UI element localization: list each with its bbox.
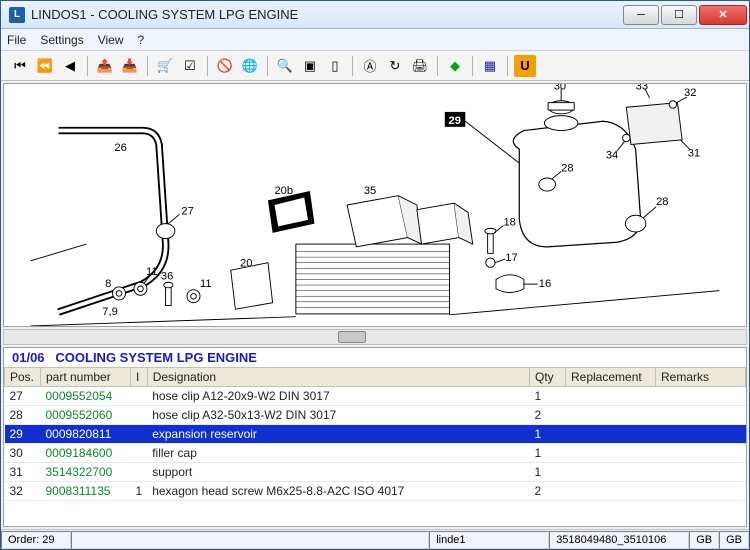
callout-16: 16 [539, 278, 551, 290]
titlebar: L LINDOS1 - COOLING SYSTEM LPG ENGINE ─ … [1, 1, 749, 29]
zoom-region-icon[interactable]: ▣ [299, 55, 321, 77]
blue-tool-icon[interactable]: ▦ [479, 55, 501, 77]
globe-disabled-icon[interactable]: 🚫 [214, 55, 236, 77]
callout-27: 27 [181, 205, 193, 217]
col-header[interactable]: Pos. [5, 368, 41, 387]
callout-29: 29 [449, 115, 461, 127]
table-row[interactable]: 270009552054hose clip A12-20x9-W2 DIN 30… [5, 387, 746, 406]
status-user: linde1 [429, 531, 549, 549]
col-header[interactable]: Qty [530, 368, 566, 387]
print-icon[interactable]: 🖨 [409, 55, 431, 77]
callout-35: 35 [364, 185, 376, 197]
callout-34: 34 [606, 149, 618, 161]
parts-title-text: COOLING SYSTEM LPG ENGINE [55, 350, 257, 365]
window-title: LINDOS1 - COOLING SYSTEM LPG ENGINE [31, 7, 623, 22]
callout-20: 20 [240, 257, 252, 269]
order-label: Order: [8, 534, 39, 546]
import-icon[interactable]: 📥 [119, 55, 141, 77]
back-icon[interactable]: ◀ [59, 55, 81, 77]
menu-file[interactable]: File [7, 33, 26, 47]
maximize-button[interactable]: ☐ [661, 5, 697, 25]
callout-17: 17 [505, 252, 517, 264]
col-header[interactable]: part number [41, 368, 131, 387]
callout-26: 26 [114, 142, 126, 154]
rewind-icon[interactable]: ⏪ [34, 55, 56, 77]
table-row[interactable]: 280009552060hose clip A32-50x13-W2 DIN 3… [5, 406, 746, 425]
callout-79: 7,9 [102, 306, 118, 318]
col-header[interactable]: Replacement [566, 368, 656, 387]
callout-33: 33 [636, 84, 648, 93]
col-header[interactable]: Remarks [656, 368, 746, 387]
callout-20b: 20b [274, 185, 293, 197]
status-lang2: GB [719, 531, 749, 549]
page-indicator: 01/06 [12, 350, 45, 365]
callout-11b: 11 [200, 278, 212, 290]
minimize-button[interactable]: ─ [623, 5, 659, 25]
col-header[interactable]: I [131, 368, 148, 387]
zoom-in-icon[interactable]: 🔍 [274, 55, 296, 77]
callout-11: 11 [146, 266, 158, 278]
cart-icon[interactable]: 🛒 [154, 55, 176, 77]
table-row[interactable]: 290009820811expansion reservoir1 [5, 425, 746, 444]
export-icon[interactable]: 📤 [94, 55, 116, 77]
callout-30: 30 [554, 84, 566, 93]
statusbar: Order: 29 linde1 3518049480_3510106 GB G… [1, 529, 749, 549]
callout-36: 36 [161, 270, 173, 282]
toolbar: ⏮ ⏪ ◀ 📤 📥 🛒 ☑ 🚫 🌐 🔍 ▣ ▯ Ⓐ ↻ 🖨 ◆ ▦ U [1, 51, 749, 81]
callout-32: 32 [684, 87, 696, 99]
callout-28b: 28 [656, 196, 668, 208]
drawing-viewport[interactable]: 26 27 20b 35 29 [3, 83, 747, 327]
document-icon[interactable]: ▯ [324, 55, 346, 77]
text-a-icon[interactable]: Ⓐ [359, 55, 381, 77]
parts-panel: 01/06 COOLING SYSTEM LPG ENGINE Pos.part… [3, 347, 747, 527]
status-lang1: GB [689, 531, 719, 549]
parts-table[interactable]: Pos.part numberIDesignationQtyReplacemen… [4, 367, 746, 526]
callout-8: 8 [105, 278, 111, 290]
globe-icon[interactable]: 🌐 [239, 55, 261, 77]
table-row[interactable]: 313514322700support1 [5, 463, 746, 482]
menu-view[interactable]: View [98, 33, 124, 47]
callout-18: 18 [503, 216, 515, 228]
horizontal-scrollbar[interactable] [3, 329, 747, 345]
callout-31: 31 [688, 148, 700, 160]
check-icon[interactable]: ☑ [179, 55, 201, 77]
green-tool-icon[interactable]: ◆ [444, 55, 466, 77]
status-code: 3518049480_3510106 [549, 531, 689, 549]
callout-28a: 28 [561, 162, 573, 174]
first-icon[interactable]: ⏮ [9, 55, 31, 77]
col-header[interactable]: Designation [147, 368, 529, 387]
refresh-icon[interactable]: ↻ [384, 55, 406, 77]
menu-settings[interactable]: Settings [40, 33, 83, 47]
table-row[interactable]: 300009184600filler cap1 [5, 444, 746, 463]
app-icon: L [9, 7, 25, 23]
menu-help[interactable]: ? [138, 33, 145, 47]
table-row[interactable]: 3290083111351hexagon head screw M6x25-8.… [5, 482, 746, 501]
u-button[interactable]: U [514, 55, 536, 77]
close-button[interactable]: ✕ [699, 5, 747, 25]
order-value: 29 [42, 534, 54, 546]
menubar: File Settings View ? [1, 29, 749, 51]
